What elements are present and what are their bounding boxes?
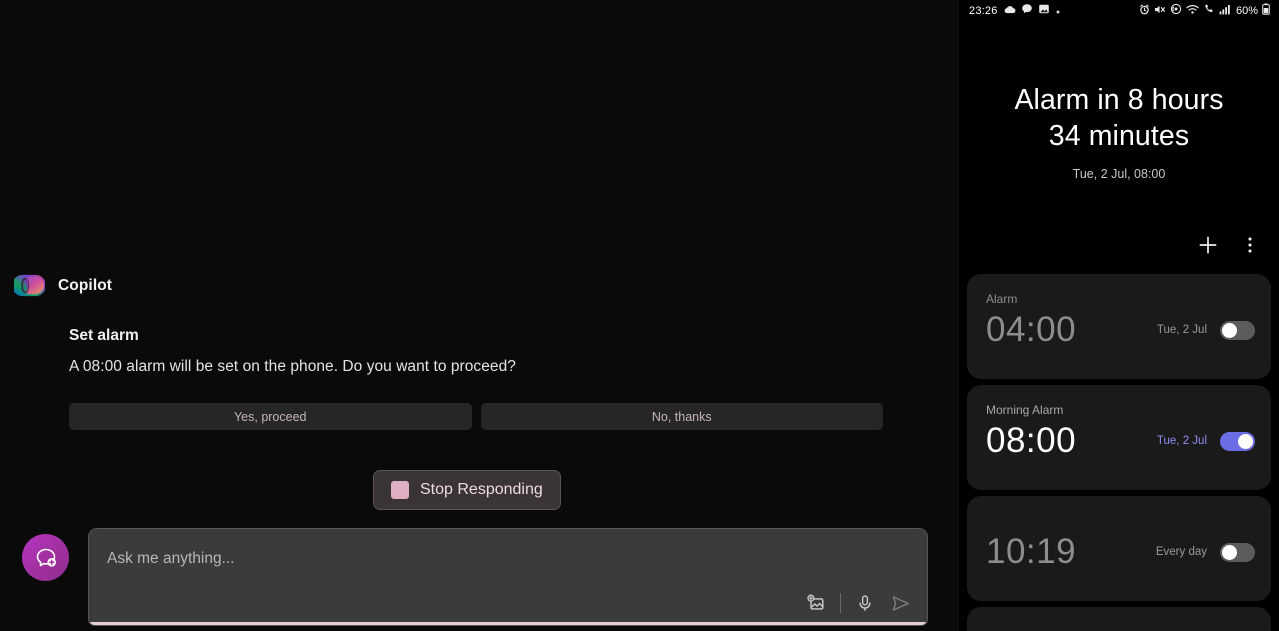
alarm-list: Alarm 04:00 Tue, 2 Jul Morning Alarm 08:… — [967, 274, 1271, 631]
call-icon — [1203, 2, 1215, 20]
copilot-header: Copilot — [12, 270, 113, 301]
alarm-days: Tue, 2 Jul — [1156, 435, 1207, 447]
alarm-name: Morning Alarm — [986, 403, 1064, 417]
hotspot-icon — [1170, 2, 1182, 20]
next-alarm-hero: Alarm in 8 hours 34 minutes Tue, 2 Jul, … — [959, 82, 1279, 181]
alarm-row: 08:00 Tue, 2 Jul — [986, 419, 1255, 463]
alarm-days: Tue, 2 Jul — [1156, 324, 1207, 336]
next-alarm-subtitle: Tue, 2 Jul, 08:00 — [1072, 167, 1166, 181]
cloud-icon — [1003, 2, 1016, 20]
mute-icon — [1154, 2, 1166, 20]
composer-input[interactable] — [107, 550, 807, 568]
signal-bars-icon — [1219, 2, 1231, 20]
alarm-row: 04:00 Tue, 2 Jul — [986, 308, 1255, 352]
action-card-title: Set alarm — [69, 327, 139, 344]
plus-icon[interactable] — [1197, 234, 1219, 256]
wifi-icon — [1186, 2, 1199, 20]
alarm-toggle[interactable] — [1220, 542, 1255, 562]
composer-actions — [805, 592, 911, 614]
alarm-list-item[interactable]: 10:19 Every day — [967, 496, 1271, 601]
next-alarm-line-1: Alarm in 8 hours — [1014, 84, 1224, 116]
next-alarm-line-2: 34 minutes — [1048, 120, 1190, 152]
stop-responding-button[interactable]: Stop Responding — [373, 470, 561, 510]
action-card-body: A 08:00 alarm will be set on the phone. … — [69, 358, 516, 375]
status-bar-right: 60% — [1139, 2, 1270, 20]
battery-icon — [1262, 2, 1270, 20]
alarm-days: Every day — [1155, 546, 1207, 558]
photo-icon — [1038, 2, 1050, 20]
composer — [22, 528, 928, 631]
alarm-time: 04:00 — [986, 310, 1077, 349]
alarm-toolbar — [1197, 234, 1261, 256]
alarm-name: Alarm — [986, 292, 1018, 306]
message-bubble-icon — [1021, 2, 1033, 20]
status-bar: 23:26 60% — [959, 0, 1279, 22]
composer-divider — [840, 593, 841, 613]
copilot-logo-icon — [12, 270, 46, 301]
alarm-list-item[interactable]: Alarm 04:00 Tue, 2 Jul — [967, 274, 1271, 379]
alarm-name — [986, 514, 1255, 528]
composer-underline-accent — [89, 622, 927, 625]
stop-square-icon — [391, 481, 409, 499]
toggle-knob — [1238, 433, 1253, 449]
new-chat-bubble-plus-icon[interactable] — [22, 534, 69, 581]
alarm-time: 10:19 — [986, 532, 1077, 571]
more-vertical-icon[interactable] — [1239, 234, 1261, 256]
stop-responding-label: Stop Responding — [420, 481, 543, 498]
add-image-icon[interactable] — [805, 592, 827, 614]
yes-proceed-button[interactable]: Yes, proceed — [69, 403, 472, 430]
alarm-toggle[interactable] — [1220, 431, 1255, 451]
dot-icon — [1055, 2, 1061, 20]
alarm-row-right: Tue, 2 Jul — [1156, 320, 1255, 340]
alarm-row: 10:19 Every day — [986, 530, 1255, 574]
alarm-clock-icon — [1139, 2, 1150, 20]
battery-percent-label: 60% — [1235, 5, 1258, 17]
alarm-list-item-partial[interactable] — [967, 607, 1271, 631]
composer-input-wrap[interactable] — [88, 528, 928, 626]
status-bar-clock: 23:26 — [969, 5, 998, 17]
copilot-panel: Copilot Set alarm A 08:00 alarm will be … — [0, 0, 958, 631]
phone-screen-panel: 23:26 60% Alarm in 8 hours 34 minutes Tu… — [958, 0, 1279, 631]
toggle-knob — [1222, 322, 1237, 338]
no-thanks-button[interactable]: No, thanks — [480, 403, 883, 430]
alarm-row-right: Every day — [1155, 542, 1255, 562]
status-bar-left: 23:26 — [969, 2, 1061, 20]
copilot-app-name: Copilot — [58, 276, 113, 294]
send-icon[interactable] — [889, 592, 911, 614]
microphone-icon[interactable] — [854, 592, 876, 614]
alarm-time: 08:00 — [986, 421, 1077, 460]
action-card-choices: Yes, proceed No, thanks — [69, 403, 883, 430]
toggle-knob — [1222, 544, 1237, 560]
alarm-toggle[interactable] — [1220, 320, 1255, 340]
alarm-list-item[interactable]: Morning Alarm 08:00 Tue, 2 Jul — [967, 385, 1271, 490]
alarm-row-right: Tue, 2 Jul — [1156, 431, 1255, 451]
